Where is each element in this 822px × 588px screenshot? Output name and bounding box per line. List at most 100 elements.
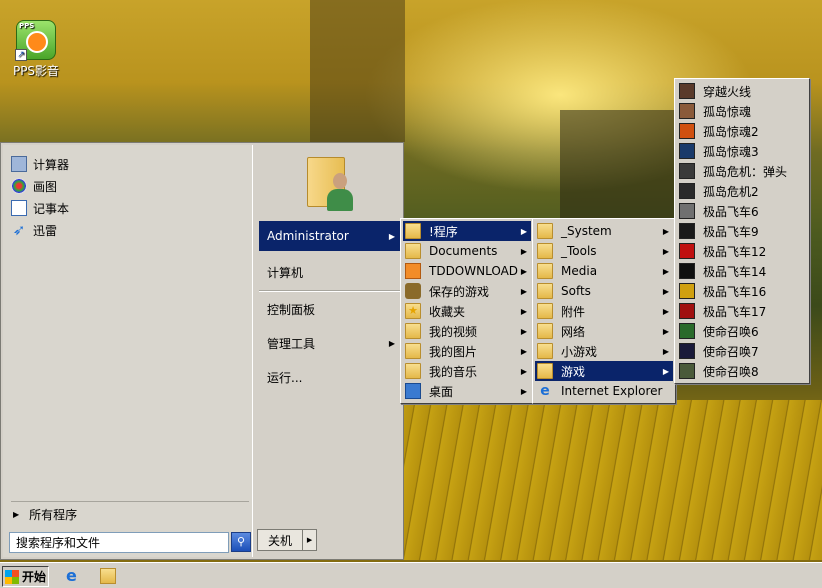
folder-icon [537,303,553,319]
menu-item-label: 网络 [561,324,586,339]
menu-item-documents[interactable]: Documents ▶ [403,241,531,261]
game-icon [679,83,695,99]
start-button-label: 开始 [22,570,47,584]
download-folder-icon [405,263,421,279]
pinned-item-label: 迅雷 [33,223,58,238]
menu-item-programs[interactable]: !程序 ▶ [403,221,531,241]
taskbar: 开始 e [0,562,822,588]
game-icon [679,243,695,259]
all-programs-button[interactable]: ▶ 所有程序 [11,501,249,523]
menu-item-game[interactable]: 极品飞车9 [677,221,807,241]
chevron-right-icon: ▶ [662,246,669,256]
pictures-icon [405,343,421,359]
right-item-admin-tools[interactable]: 管理工具 ▶ [259,328,401,358]
game-icon [679,303,695,319]
menu-item-game[interactable]: 极品飞车17 [677,301,807,321]
menu-item-game[interactable]: 孤岛惊魂2 [677,121,807,141]
game-icon [679,363,695,379]
menu-item-label: 我的视频 [429,324,478,339]
menu-item-label: Documents [429,244,498,258]
menu-item-game[interactable]: 极品飞车14 [677,261,807,281]
menu-item-game[interactable]: 孤岛惊魂 [677,101,807,121]
start-menu: 计算器 画图 记事本 ➶ 迅雷 ▶ 所有程序 ⚲ [0,142,404,560]
menu-item-label: _Tools [561,244,597,258]
folder-icon [537,243,553,259]
menu-item-game[interactable]: 极品飞车6 [677,201,807,221]
shutdown-options-button[interactable]: ▶ [303,529,318,551]
menu-item-label: !程序 [429,224,458,239]
menu-item-label: 孤岛危机2 [703,184,759,199]
menu-item-accessories[interactable]: 附件 ▶ [535,301,673,321]
menu-item-music[interactable]: 我的音乐 ▶ [403,361,531,381]
menu-item-label: 我的音乐 [429,364,478,379]
right-item-computer[interactable]: 计算机 [259,257,401,287]
right-item-run[interactable]: 运行... [259,362,401,392]
thunder-icon: ➶ [12,221,26,239]
menu-item-saved-games[interactable]: 保存的游戏 ▶ [403,281,531,301]
shutdown-group: 关机 ▶ [257,529,318,551]
pinned-item-notepad[interactable]: 记事本 [11,197,69,219]
menu-item-videos[interactable]: 我的视频 ▶ [403,321,531,341]
pinned-item-calculator[interactable]: 计算器 [11,153,69,175]
menu-item-label: 穿越火线 [703,84,752,99]
search-input[interactable] [9,531,229,553]
menu-item-game[interactable]: 孤岛危机：弹头 [677,161,807,181]
menu-item-label: Internet Explorer [561,384,663,398]
folder-icon [537,283,553,299]
pinned-item-paint[interactable]: 画图 [11,175,69,197]
menu-item-game[interactable]: 使命召唤7 [677,341,807,361]
folder-icon [537,263,553,279]
menu-item-mini-games[interactable]: 小游戏 ▶ [535,341,673,361]
menu-item-network[interactable]: 网络 ▶ [535,321,673,341]
menu-item-games[interactable]: 游戏 ▶ [535,361,673,381]
right-item-administrator[interactable]: Administrator ▶ [259,221,401,251]
menu-item-label: 使命召唤7 [703,344,759,359]
submenu-games: 穿越火线孤岛惊魂 孤岛惊魂2 孤岛惊魂3 孤岛危机：弹头孤岛危机2 极品飞车6 极品飞车9… [674,78,810,384]
right-item-label: 计算机 [267,265,304,280]
desktop-icon-label: PPS影音 [12,64,60,78]
right-item-label: 运行... [267,370,303,385]
chevron-right-icon: ▶ [662,306,669,316]
search-icon[interactable]: ⚲ [231,532,251,552]
explorer-folder-icon[interactable] [100,568,116,584]
menu-item-game[interactable]: 孤岛危机2 [677,181,807,201]
menu-item-game[interactable]: 极品飞车16 [677,281,807,301]
chevron-right-icon: ▶ [388,338,395,348]
user-avatar-icon [325,173,355,211]
menu-item-game[interactable]: 使命召唤6 [677,321,807,341]
divider [259,290,401,292]
menu-item-label: 保存的游戏 [429,284,490,299]
menu-item-game[interactable]: 极品飞车12 [677,241,807,261]
menu-item-label: 桌面 [429,384,454,399]
start-button[interactable]: 开始 [2,566,49,587]
right-item-label: 管理工具 [267,336,316,351]
menu-item-pictures[interactable]: 我的图片 ▶ [403,341,531,361]
user-picture[interactable] [303,149,355,215]
menu-item-internet-explorer[interactable]: e Internet Explorer [535,381,673,401]
menu-item-label: 极品飞车9 [703,224,759,239]
right-item-label: 控制面板 [267,302,316,317]
pinned-item-label: 计算器 [33,157,70,172]
menu-item-media[interactable]: Media ▶ [535,261,673,281]
menu-item-game[interactable]: 穿越火线 [677,81,807,101]
folder-icon [537,343,553,359]
chevron-right-icon: ▶ [662,366,669,376]
shutdown-button[interactable]: 关机 [257,529,304,551]
menu-item-tools[interactable]: _Tools ▶ [535,241,673,261]
menu-item-softs[interactable]: Softs ▶ [535,281,673,301]
menu-item-tddownload[interactable]: TDDOWNLOAD ▶ [403,261,531,281]
desktop-icon-pps[interactable]: PPS ↗ PPS影音 [6,20,66,79]
game-icon [679,123,695,139]
game-icon [679,163,695,179]
menu-item-label: 附件 [561,304,586,319]
chevron-right-icon: ▶ [520,226,527,236]
menu-item-game[interactable]: 孤岛惊魂3 [677,141,807,161]
menu-item-desktop[interactable]: 桌面 ▶ [403,381,531,401]
pinned-item-thunder[interactable]: ➶ 迅雷 [11,219,69,241]
internet-explorer-icon[interactable]: e [66,568,82,584]
pinned-programs: 计算器 画图 记事本 ➶ 迅雷 [11,153,69,241]
right-item-control-panel[interactable]: 控制面板 [259,294,401,324]
menu-item-favorites[interactable]: ★ 收藏夹 ▶ [403,301,531,321]
menu-item-system[interactable]: _System ▶ [535,221,673,241]
menu-item-game[interactable]: 使命召唤8 [677,361,807,381]
